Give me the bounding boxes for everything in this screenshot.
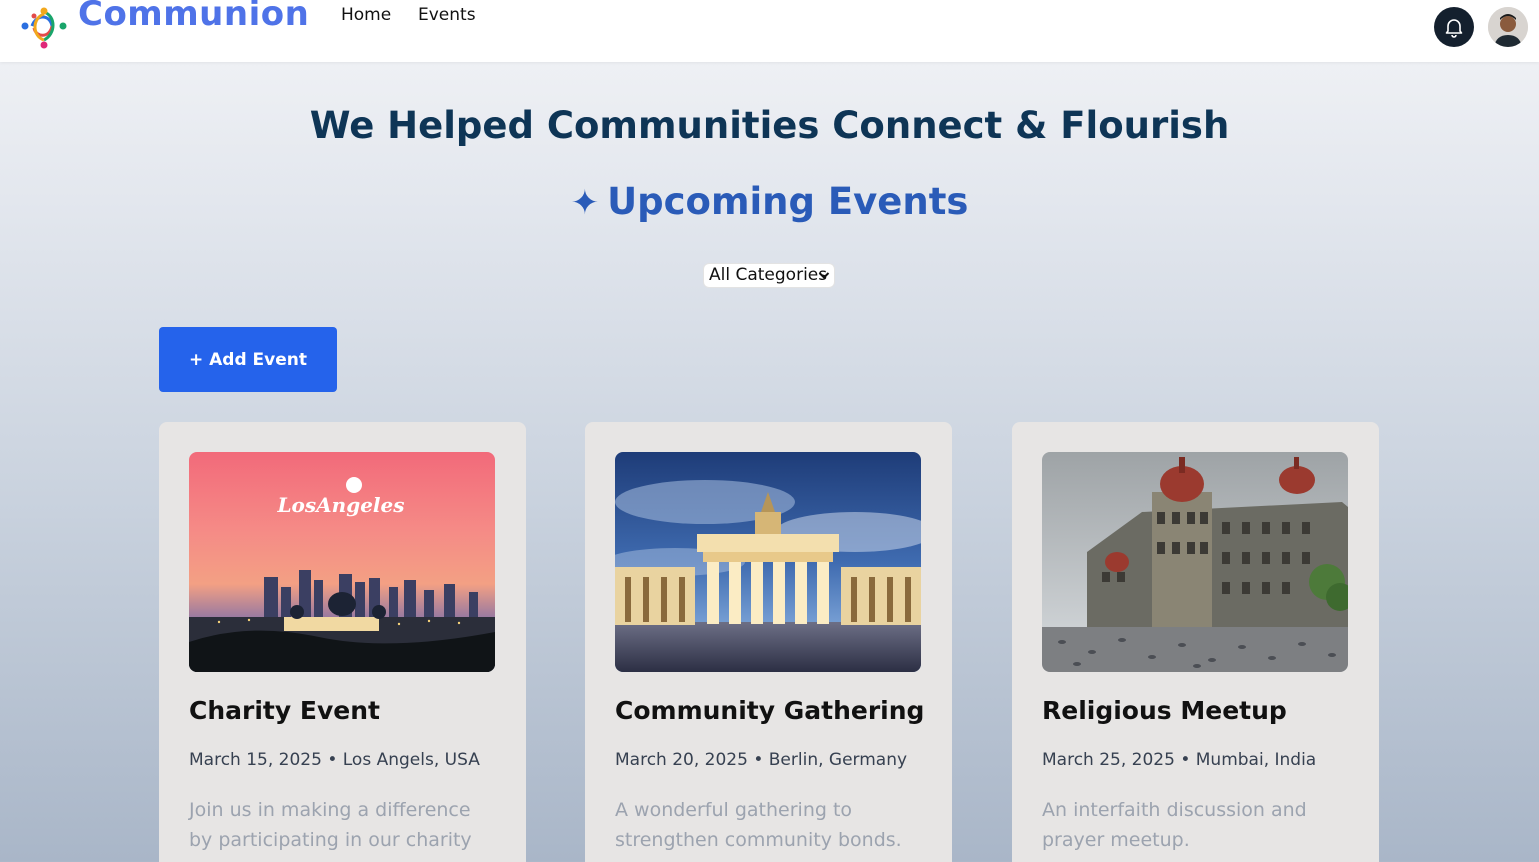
- event-description: Join us in making a difference by partic…: [189, 799, 472, 862]
- category-filter-select[interactable]: All Categories: [703, 263, 835, 288]
- page-title: We Helped Communities Connect & Flourish: [309, 104, 1230, 147]
- event-card[interactable]: Community Gathering March 20, 2025 • Ber…: [585, 422, 952, 862]
- notifications-button[interactable]: [1434, 7, 1474, 47]
- avatar[interactable]: [1488, 7, 1528, 47]
- top-navbar: Communion Home Events: [0, 0, 1539, 62]
- nav-home-link[interactable]: Home: [341, 5, 391, 25]
- event-card[interactable]: Religious Meetup March 25, 2025 • Mumbai…: [1012, 422, 1379, 862]
- event-image-mumbai: [1042, 452, 1348, 672]
- event-title[interactable]: Religious Meetup: [1042, 696, 1287, 725]
- user-avatar-icon: [1488, 7, 1528, 47]
- event-title[interactable]: Community Gathering: [615, 696, 924, 725]
- event-meta: March 15, 2025 • Los Angels, USA: [189, 750, 480, 770]
- upcoming-events-heading: ✦ Upcoming Events: [0, 180, 1539, 223]
- chevron-down-icon: [818, 264, 830, 295]
- los-angeles-image-text: LosAngeles: [276, 493, 404, 517]
- brand-name[interactable]: Communion: [78, 0, 309, 34]
- upcoming-events-label: Upcoming Events: [607, 180, 969, 223]
- event-image-berlin: [615, 452, 921, 672]
- event-image-los-angeles: LosAngeles: [189, 452, 495, 672]
- event-meta: March 20, 2025 • Berlin, Germany: [615, 750, 908, 770]
- nav-events-link[interactable]: Events: [418, 5, 476, 25]
- add-event-button[interactable]: + Add Event: [159, 327, 337, 392]
- bell-icon: [1445, 19, 1463, 38]
- category-filter-value: All Categories: [709, 265, 828, 285]
- communion-logo-icon[interactable]: [20, 4, 68, 52]
- sparkle-icon: ✦: [570, 183, 600, 223]
- event-meta: March 25, 2025 • Mumbai, India: [1042, 750, 1317, 770]
- event-title[interactable]: Charity Event: [189, 696, 380, 725]
- event-card[interactable]: LosAngeles Charity Event March 15, 2025 …: [159, 422, 526, 862]
- event-description: An interfaith discussion and prayer meet…: [1042, 799, 1307, 851]
- event-description: A wonderful gathering to strengthen comm…: [615, 799, 902, 851]
